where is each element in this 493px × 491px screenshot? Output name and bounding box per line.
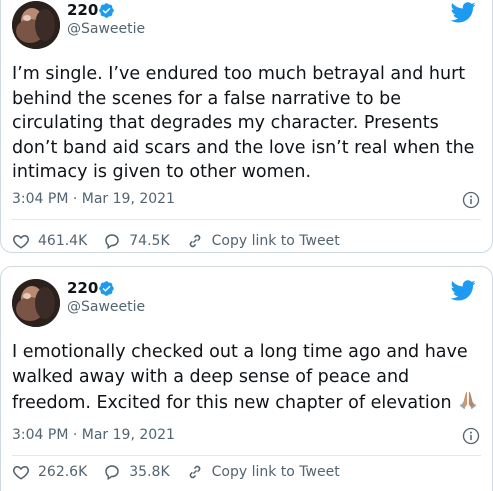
reply-button[interactable]: 35.8K — [103, 463, 170, 481]
verified-badge-icon — [99, 3, 114, 18]
avatar[interactable] — [12, 279, 60, 327]
like-button[interactable]: 461.4K — [12, 232, 87, 250]
copy-link-button[interactable]: Copy link to Tweet — [186, 232, 340, 250]
reply-bubble-icon — [105, 465, 120, 481]
info-icon[interactable] — [462, 191, 480, 209]
like-count: 461.4K — [38, 233, 88, 249]
tweet-actions: 461.4K 74.5K Copy link to Tweet — [12, 232, 356, 250]
link-icon — [189, 234, 200, 248]
link-icon — [189, 465, 200, 479]
tweet-actions: 262.6K 35.8K Copy link to Tweet — [12, 463, 356, 481]
reply-button[interactable]: 74.5K — [103, 232, 170, 250]
tweet-text: I’m single. I’ve endured too much betray… — [12, 64, 475, 182]
heart-icon — [13, 234, 29, 249]
tweet-card[interactable]: 220 @Saweetie I’m single. I’ve endured t… — [0, 0, 493, 253]
author-handle[interactable]: @Saweetie — [67, 299, 145, 315]
tweet-timestamp[interactable]: 3:04 PM · Mar 19, 2021 — [12, 427, 175, 443]
tweet-timestamp[interactable]: 3:04 PM · Mar 19, 2021 — [12, 191, 175, 207]
avatar[interactable] — [12, 1, 60, 49]
author-name[interactable]: 220 — [67, 1, 98, 19]
author-handle[interactable]: @Saweetie — [67, 21, 145, 37]
embedded-tweets-page: 220 @Saweetie I’m single. I’ve endured t… — [0, 0, 493, 491]
like-button[interactable]: 262.6K — [12, 463, 87, 481]
author-name[interactable]: 220 — [67, 279, 98, 297]
copy-link-button[interactable]: Copy link to Tweet — [186, 463, 340, 481]
copy-link-label: Copy link to Tweet — [211, 464, 340, 480]
like-count: 262.6K — [38, 464, 88, 480]
folded-hands-emoji — [457, 389, 479, 419]
tweet-text-body: I emotionally checked out a long time ag… — [12, 342, 468, 413]
info-icon[interactable] — [462, 427, 480, 445]
verified-badge-icon — [99, 281, 114, 296]
twitter-bird-icon[interactable] — [451, 280, 476, 301]
copy-link-label: Copy link to Tweet — [211, 233, 340, 249]
divider — [12, 455, 481, 456]
tweet-card[interactable]: 220 @Saweetie I emotionally checked out … — [0, 266, 493, 491]
divider — [12, 219, 481, 220]
twitter-bird-icon[interactable] — [451, 2, 476, 23]
tweet-text: I emotionally checked out a long time ag… — [12, 340, 484, 419]
reply-count: 35.8K — [129, 464, 170, 480]
heart-icon — [13, 465, 29, 480]
reply-count: 74.5K — [129, 233, 170, 249]
reply-bubble-icon — [105, 234, 120, 250]
